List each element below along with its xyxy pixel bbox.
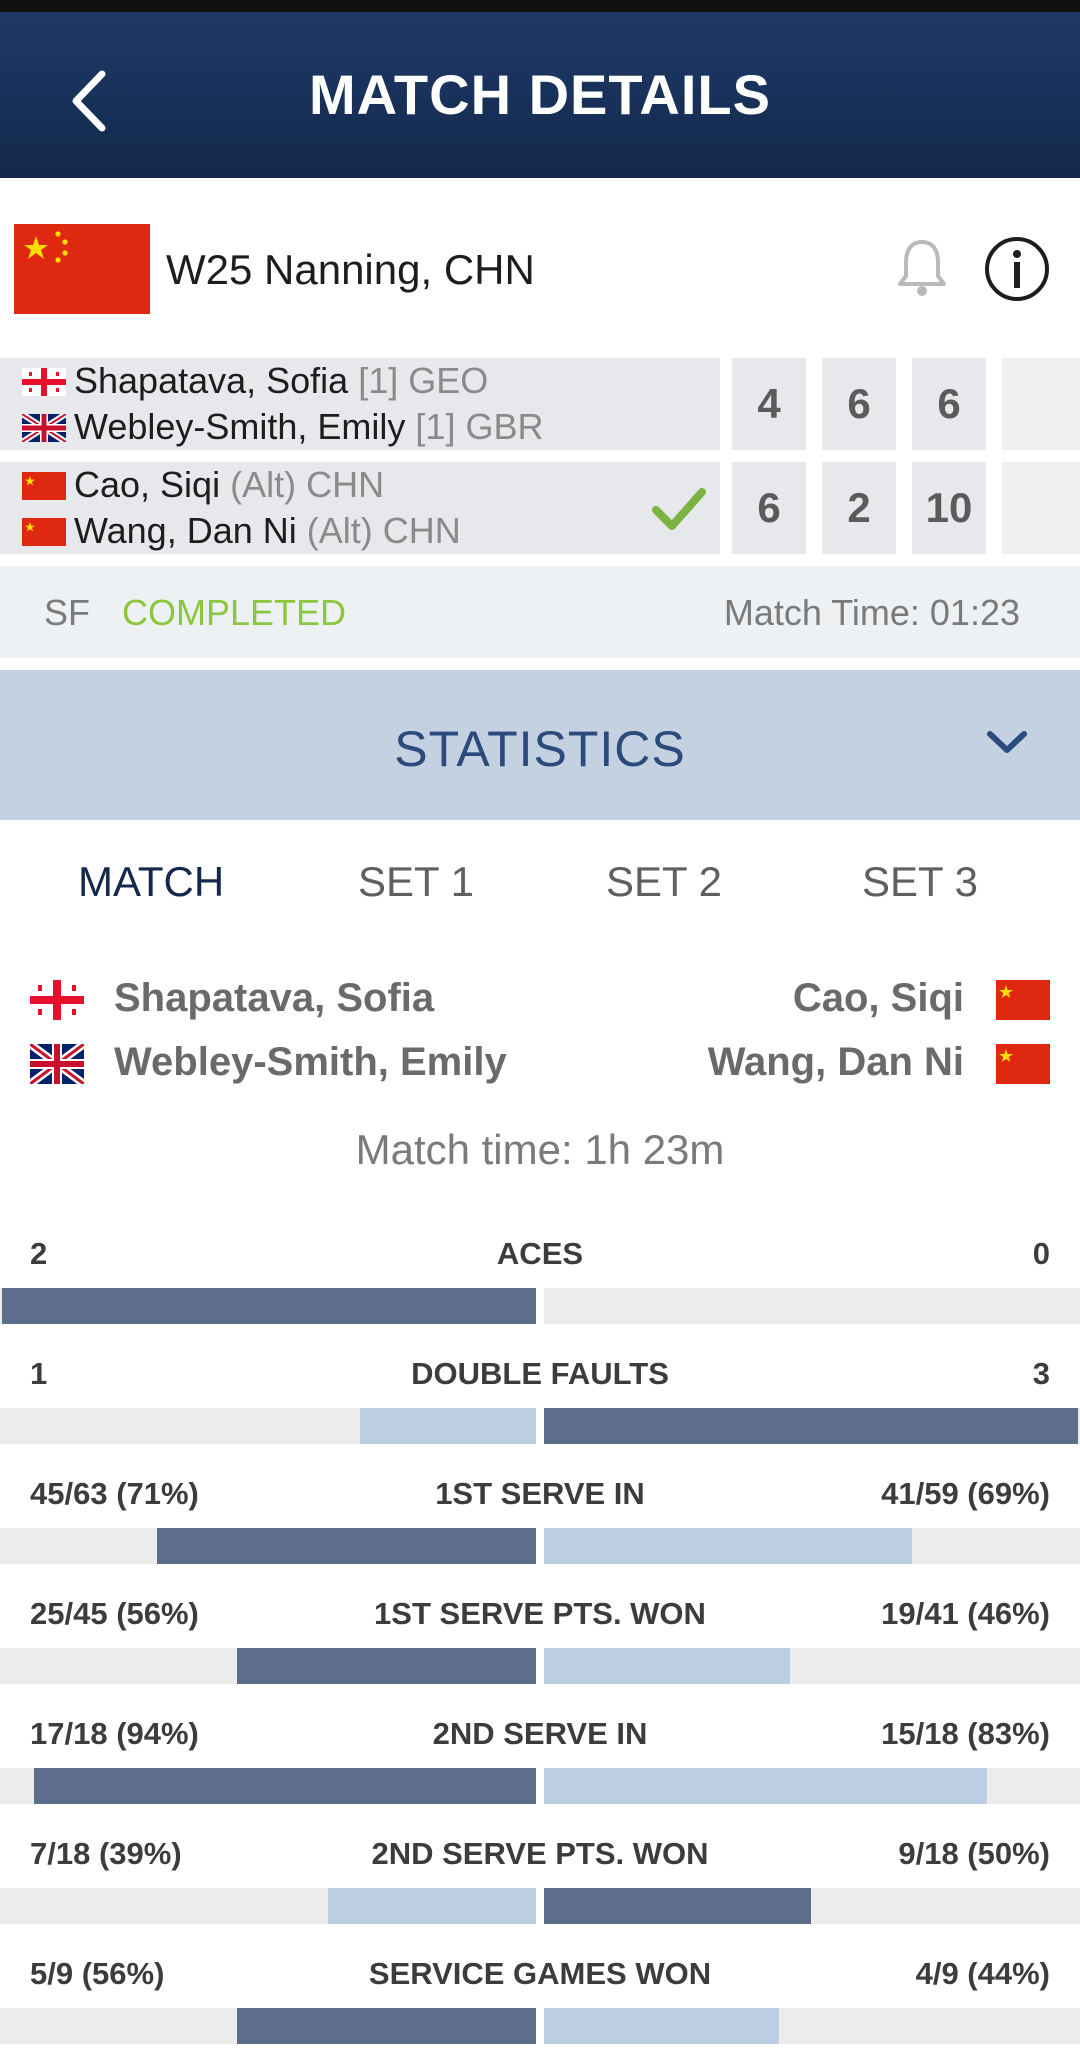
player-name: Cao, Siqi [74,464,221,505]
stat-bar-left [34,1768,536,1804]
round-label: SF [44,592,91,633]
player-country: GEO [408,360,489,401]
flag-china-icon [996,980,1050,1020]
stat-bar-left [328,1888,536,1924]
info-icon [985,237,1049,301]
player-line: Webley-Smith, Emily [1] GBR [22,406,543,448]
notification-bell-button[interactable] [896,236,948,298]
flag-china-icon [22,518,66,546]
player-line: Cao, Siqi (Alt) CHN [22,464,384,506]
player-country: CHN [382,510,461,551]
stat-bar-left [360,1408,536,1444]
set-score: 10 [912,462,986,554]
chevron-down-icon [987,731,1027,753]
stat-bar-left [157,1528,536,1564]
page-title: MATCH DETAILS [309,63,771,126]
stat-right-value: 0 [1032,1236,1050,1271]
player-name: Shapatava, Sofia [74,360,349,401]
tab-set-2[interactable]: SET 2 [606,858,722,906]
statistics-toggle[interactable]: STATISTICS [0,670,1080,820]
match-time-label: Match Time: 01:23 [723,592,1020,633]
flag-china-icon [14,224,150,314]
tournament-name: W25 Nanning, CHN [166,246,535,293]
flag-uk-icon [30,1044,84,1084]
info-button[interactable] [984,236,1050,302]
tournament-header: W25 Nanning, CHN [0,178,1080,354]
stat-right-value: 15/18 (83%) [881,1716,1050,1751]
player-name: Webley-Smith, Emily [74,406,406,447]
player-seed: (Alt) [230,464,297,505]
player-country: GBR [465,406,544,447]
right-player-1: Cao, Siqi [792,976,964,1020]
player-line: Wang, Dan Ni (Alt) CHN [22,510,461,552]
status-badge: COMPLETED [122,592,347,633]
flag-georgia-icon [30,980,84,1020]
stat-bar-right [544,1768,987,1804]
stat-right-value: 41/59 (69%) [881,1476,1050,1511]
player-line: Shapatava, Sofia [1] GEO [22,360,488,402]
team-row-1: Shapatava, Sofia [1] GEO Webley-Smith, E… [0,358,720,450]
stat-right-value: 19/41 (46%) [881,1596,1050,1631]
statistics-title: STATISTICS [394,721,686,777]
status-bar-strip [0,0,1080,12]
bell-icon [898,240,946,296]
player-seed: [1] [415,406,456,447]
stat-track-right [544,1288,1080,1324]
app-header: MATCH DETAILS [0,12,1080,178]
team-row-2: Cao, Siqi (Alt) CHN Wang, Dan Ni (Alt) C… [0,462,720,554]
set-score: 6 [912,358,986,450]
right-player-2: Wang, Dan Ni [707,1040,964,1084]
stat-right-value: 3 [1032,1356,1050,1391]
stat-bar-right [544,2008,779,2044]
stat-bar-right [544,1528,912,1564]
player-seed: (Alt) [306,510,373,551]
tab-set-3[interactable]: SET 3 [862,858,978,906]
tab-match[interactable]: MATCH [78,858,224,906]
player-seed: [1] [358,360,399,401]
checkmark-icon [652,488,706,530]
stat-right-value: 9/18 (50%) [898,1836,1050,1871]
flag-china-icon [22,472,66,500]
tab-set-1[interactable]: SET 1 [358,858,474,906]
stat-bar-right [544,1408,1078,1444]
set-score: 4 [732,358,806,450]
stat-bar-left [2,1288,536,1324]
stat-label: ACES [496,1236,584,1271]
player-country: CHN [306,464,385,505]
set-score: 2 [822,462,896,554]
set-score: 6 [822,358,896,450]
stat-bar-left [237,2008,536,2044]
left-player-2: Webley-Smith, Emily [114,1040,507,1084]
match-time: Match time: 1h 23m [355,1126,725,1173]
set-score: 6 [732,462,806,554]
set-score-empty [1002,462,1080,554]
set-score-empty [1002,358,1080,450]
match-status-bar: SF COMPLETED Match Time: 01:23 [0,566,1080,658]
stat-label: DOUBLE FAULTS [411,1356,669,1391]
player-name: Wang, Dan Ni [74,510,297,551]
flag-china-icon [996,1044,1050,1084]
stat-right-value: 4/9 (44%) [915,1956,1050,1991]
stat-bar-left [237,1648,536,1684]
left-player-1: Shapatava, Sofia [114,976,435,1020]
flag-georgia-icon [22,368,66,396]
stat-bar-right [544,1888,811,1924]
flag-uk-icon [22,414,66,442]
stat-bar-right [544,1648,790,1684]
